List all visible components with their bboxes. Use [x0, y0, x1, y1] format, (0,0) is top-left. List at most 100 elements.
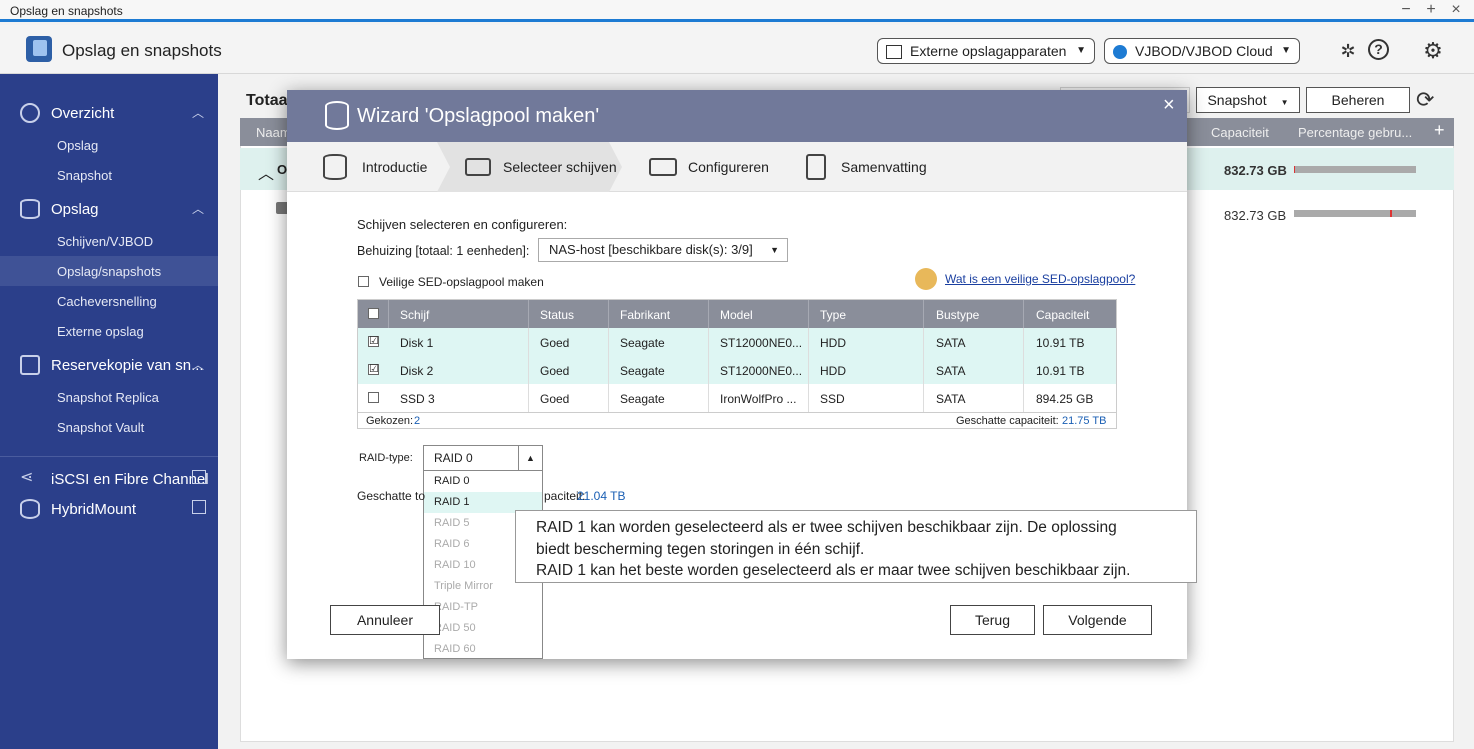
- disk-name: Disk 2: [400, 364, 434, 378]
- col-divider: [1023, 300, 1024, 328]
- sed-checkbox[interactable]: [358, 276, 369, 287]
- sidebar-item-cache[interactable]: Cacheversnelling: [0, 286, 218, 316]
- maximize-icon[interactable]: +: [1421, 1, 1441, 19]
- enclosure-select[interactable]: NAS-host [beschikbare disk(s): 3/9] ▼: [538, 238, 788, 262]
- sidebar-item-snapshot[interactable]: Snapshot: [0, 160, 218, 190]
- chevron-up-icon: ︿: [192, 106, 205, 120]
- dashboard-icon: [20, 103, 40, 123]
- tools-icon[interactable]: ✲: [1336, 39, 1360, 63]
- sidebar-item-external-storage[interactable]: Externe opslag: [0, 316, 218, 346]
- row-checkbox[interactable]: ☑: [368, 364, 379, 375]
- sidebar-item-iscsi[interactable]: ⋖ iSCSI en Fibre Channel: [0, 464, 218, 494]
- add-column-icon[interactable]: +: [1434, 120, 1445, 141]
- sidebar-section-overview[interactable]: Overzicht ︿: [0, 98, 218, 128]
- sidebar-item-opslag[interactable]: Opslag: [0, 130, 218, 160]
- chevron-up-icon[interactable]: ︿: [258, 160, 274, 184]
- next-button[interactable]: Volgende: [1043, 605, 1152, 635]
- step-configure: Configureren: [649, 142, 779, 192]
- chevron-down-icon: ▼: [1076, 45, 1086, 56]
- sed-label: Veilige SED-opslagpool maken: [379, 275, 544, 289]
- table-row[interactable]: SSD 3 Goed Seagate IronWolfPro ... SSD S…: [358, 384, 1116, 412]
- row-checkbox[interactable]: ☑: [368, 336, 379, 347]
- close-icon[interactable]: ×: [1163, 94, 1175, 117]
- sidebar-item-label: Opslag/snapshots: [57, 264, 162, 279]
- sidebar-item-label: Snapshot Vault: [57, 420, 145, 435]
- app-logo-icon: [26, 36, 52, 62]
- chosen-label: Gekozen:: [366, 415, 414, 427]
- external-devices-label: Externe opslagapparaten: [910, 43, 1067, 59]
- sidebar-section-storage[interactable]: Opslag ︿: [0, 194, 218, 224]
- step-label: Selecteer schijven: [503, 159, 617, 175]
- col-divider: [608, 328, 609, 412]
- sidebar-section-label: iSCSI en Fibre Channel: [51, 471, 209, 488]
- col-header: Model: [720, 308, 753, 322]
- sidebar-item-snapshot-replica[interactable]: Snapshot Replica: [0, 382, 218, 412]
- chevron-down-icon: ▼: [770, 245, 779, 255]
- disk-table: Schijf Status Fabrikant Model Type Busty…: [357, 299, 1117, 429]
- col-divider: [923, 328, 924, 412]
- sidebar-item-snapshot-vault[interactable]: Snapshot Vault: [0, 412, 218, 442]
- raid-type-select[interactable]: RAID 0 ▲: [423, 445, 543, 471]
- pool-name: O: [277, 162, 288, 177]
- col-divider: [1023, 328, 1024, 412]
- row-checkbox[interactable]: [368, 392, 379, 403]
- step-select-disks: Selecteer schijven: [465, 142, 617, 192]
- estimated-value: 21.75 TB: [1062, 415, 1107, 427]
- step-label: Introductie: [362, 159, 428, 175]
- disk-model: ST12000NE0...: [720, 364, 803, 378]
- sidebar-item-disks[interactable]: Schijven/VJBOD: [0, 226, 218, 256]
- gear-icon[interactable]: ⚙: [1421, 39, 1445, 63]
- disk-type: HDD: [820, 336, 846, 350]
- manage-button[interactable]: Beheren: [1306, 87, 1410, 113]
- step-introduction: Introductie: [323, 142, 443, 192]
- table-row[interactable]: ☑ Disk 2 Goed Seagate ST12000NE0... HDD …: [358, 356, 1116, 384]
- col-percentage: Percentage gebru...: [1298, 125, 1413, 140]
- help-icon[interactable]: ?: [1368, 39, 1389, 60]
- table-row[interactable]: ☑ Disk 1 Goed Seagate ST12000NE0... HDD …: [358, 328, 1116, 356]
- sidebar-item-storage-snapshots[interactable]: Opslag/snapshots: [0, 256, 218, 286]
- pool-capacity: 832.73 GB: [1224, 163, 1287, 178]
- back-button[interactable]: Terug: [950, 605, 1035, 635]
- external-devices-dropdown[interactable]: Externe opslagapparaten ▼: [877, 38, 1095, 64]
- tooltip-line: RAID 1 kan het beste worden geselecteerd…: [536, 562, 1131, 579]
- cancel-button[interactable]: Annuleer: [330, 605, 440, 635]
- drive-icon: [886, 45, 902, 60]
- sidebar-item-hybridmount[interactable]: HybridMount: [0, 494, 218, 524]
- snapshot-dropdown[interactable]: Snapshot ▼: [1196, 87, 1300, 113]
- raid-option-raid-tp: RAID-TP: [434, 601, 478, 613]
- drive-icon: [465, 158, 491, 176]
- disk-capacity: 10.91 TB: [1036, 336, 1085, 350]
- step-summary: Samenvatting: [806, 142, 936, 192]
- vjbod-dropdown[interactable]: VJBOD/VJBOD Cloud ▼: [1104, 38, 1300, 64]
- raid-tooltip: RAID 1 kan worden geselecteerd als er tw…: [515, 510, 1197, 583]
- usage-bar-fill: [1294, 210, 1392, 217]
- sidebar-section-label: Reservekopie van sn...: [51, 357, 204, 374]
- tooltip-line: biedt bescherming tegen storingen in één…: [536, 540, 865, 558]
- wizard-header: Wizard 'Opslagpool maken' ×: [287, 90, 1187, 142]
- close-window-icon[interactable]: ×: [1446, 1, 1466, 19]
- disk-bus: SATA: [936, 336, 966, 350]
- sidebar-divider: [0, 456, 218, 457]
- minimize-icon[interactable]: −: [1396, 1, 1416, 19]
- window-title: Opslag en snapshots: [10, 4, 123, 18]
- refresh-icon[interactable]: ⟳: [1416, 87, 1434, 113]
- sidebar-section-backup[interactable]: Reservekopie van sn... ︿: [0, 350, 218, 380]
- raid-option-raid60: RAID 60: [434, 643, 476, 655]
- col-header: Status: [540, 308, 575, 322]
- col-divider: [528, 300, 529, 328]
- sed-help-link[interactable]: Wat is een veilige SED-opslagpool?: [945, 272, 1135, 286]
- sidebar-item-label: Opslag: [57, 138, 99, 153]
- disk-name: Disk 1: [400, 336, 434, 350]
- database-icon: [20, 199, 40, 219]
- col-header: Schijf: [400, 308, 430, 322]
- raid-option-raid0[interactable]: RAID 0: [424, 471, 542, 492]
- select-all-checkbox[interactable]: [368, 308, 379, 319]
- usage-bar: [1294, 166, 1416, 173]
- sidebar-section-label: Overzicht: [51, 105, 115, 122]
- raid-type-value: RAID 0: [434, 451, 473, 465]
- app-title: Opslag en snapshots: [62, 41, 222, 60]
- enclosure-value: NAS-host [beschikbare disk(s): 3/9]: [549, 242, 753, 257]
- disk-model: IronWolfPro ...: [720, 392, 797, 406]
- col-divider: [528, 328, 529, 412]
- col-header: Capaciteit: [1036, 308, 1090, 322]
